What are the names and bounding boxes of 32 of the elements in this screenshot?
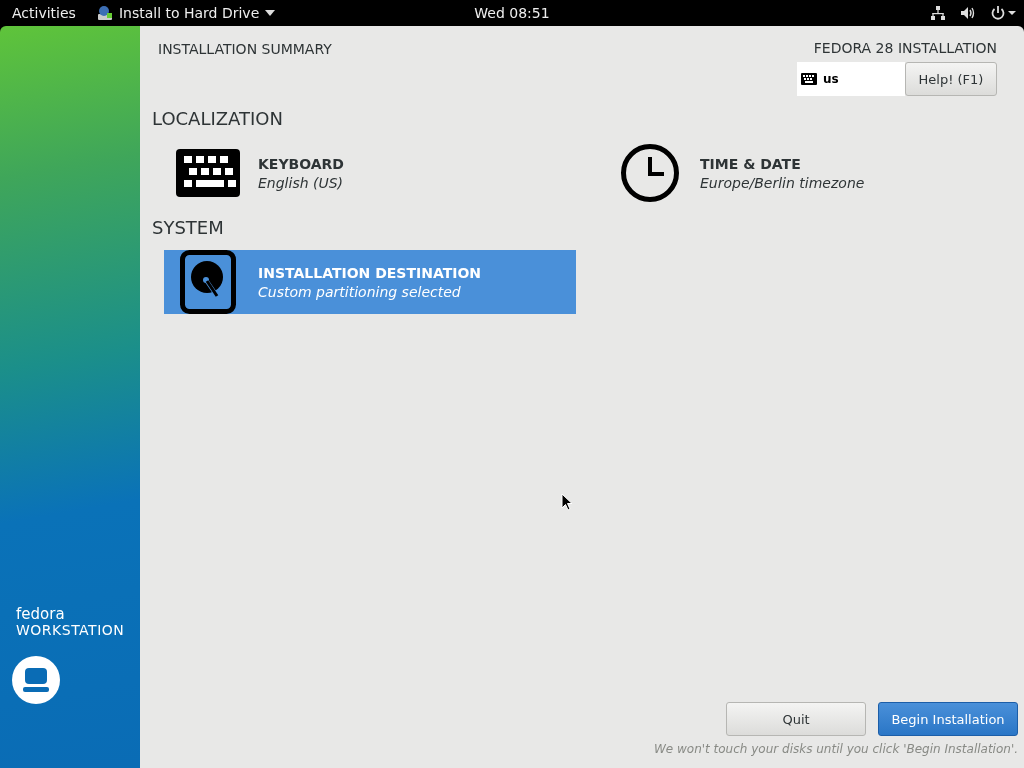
clock[interactable]: Wed 08:51 [474,5,550,21]
section-heading: LOCALIZATION [152,108,284,129]
item-status: Europe/Berlin timezone [700,174,865,191]
app-menu[interactable]: Install to Hard Drive [96,5,276,21]
item-title: INSTALLATION DESTINATION [258,264,481,281]
brand-name: fedora [16,607,66,622]
footer-note: We won't touch your disks until you click 'Begin Installation'. [653,742,1018,756]
pointer-icon [561,493,573,511]
page-title: INSTALLATION SUMMARY [158,40,332,59]
keyboard-icon [801,73,817,85]
caret-icon [265,10,276,16]
activities-button[interactable]: Activities [12,5,76,21]
volume-icon[interactable] [960,5,976,21]
begin-button[interactable]: Begin Installation [878,702,1018,736]
installer-icon [96,5,113,21]
summary-item[interactable]: KEYBOARD English (US) [164,141,576,205]
help-button[interactable]: Help! (F1) [905,62,997,96]
edition-name: WORKSTATION [16,622,126,638]
network-icon[interactable] [930,5,946,21]
clock-icon [618,143,682,203]
product-title: FEDORA 28 INSTALLATION [813,40,997,56]
summary-item[interactable]: TIME & DATE Europe/Berlin timezone [606,141,1018,205]
quit-button[interactable]: Quit [726,702,866,736]
keyboard-icon [176,149,240,197]
item-status: Custom partitioning selected [258,283,462,300]
laptop-logo-icon [12,656,60,704]
item-title: KEYBOARD [258,155,344,172]
item-title: TIME & DATE [700,155,802,172]
item-status: English (US) [258,174,344,191]
section-heading: SYSTEM [152,217,225,238]
keyboard-layout-indicator[interactable]: us [797,62,905,96]
power-icon[interactable] [990,5,1016,21]
